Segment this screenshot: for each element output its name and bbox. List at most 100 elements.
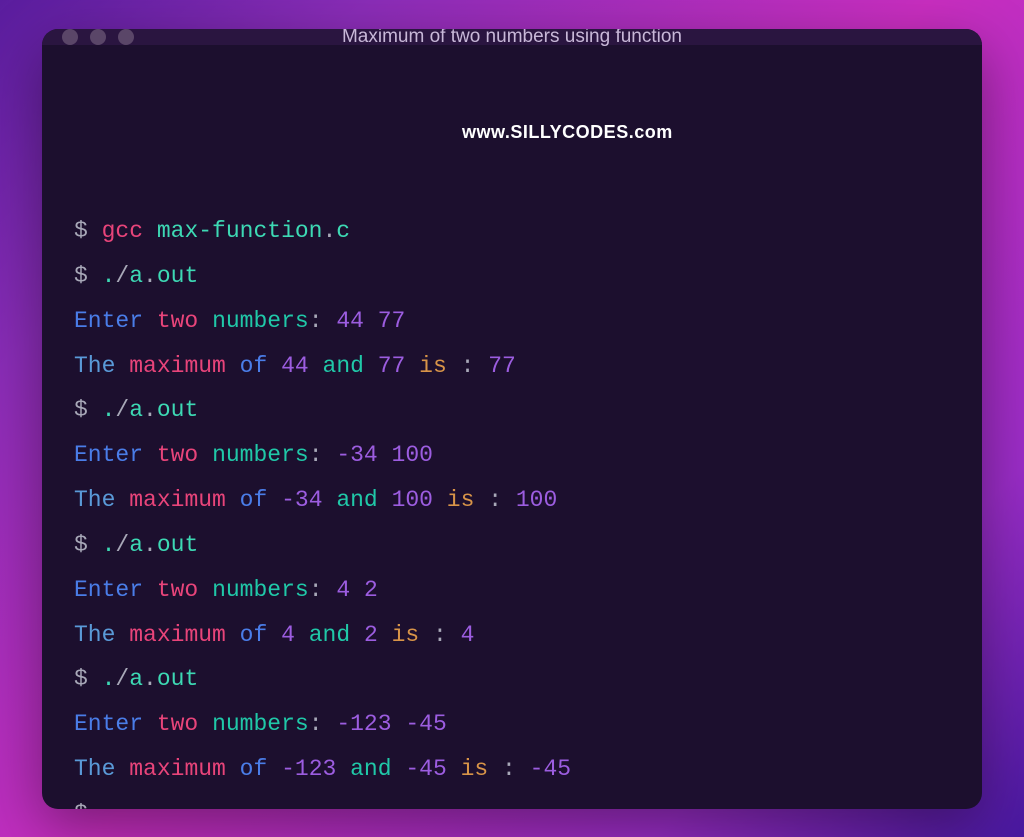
- token: The: [74, 622, 115, 648]
- token: max-function: [157, 218, 323, 244]
- token: is: [419, 353, 447, 379]
- token: maximum: [129, 487, 226, 513]
- token: 77: [378, 308, 406, 334]
- terminal-line: The maximum of 4 and 2 is : 4: [74, 613, 950, 658]
- terminal-window: Maximum of two numbers using function ww…: [42, 29, 982, 809]
- token: /: [115, 397, 129, 423]
- terminal-line: $ ./a.out: [74, 254, 950, 299]
- token: Enter: [74, 577, 143, 603]
- token: maximum: [129, 756, 226, 782]
- token: 100: [392, 442, 433, 468]
- token: [226, 756, 240, 782]
- token: gcc: [102, 218, 143, 244]
- token: [378, 622, 392, 648]
- token: [419, 622, 433, 648]
- token: 44: [336, 308, 364, 334]
- token: The: [74, 756, 115, 782]
- token: [115, 756, 129, 782]
- token: out: [157, 532, 198, 558]
- token: and: [323, 353, 364, 379]
- token: [143, 577, 157, 603]
- terminal-line: $ ./a.out: [74, 657, 950, 702]
- terminal-line: Enter two numbers: 4 2: [74, 568, 950, 613]
- token: c: [336, 218, 350, 244]
- token: [198, 711, 212, 737]
- terminal-output: $ gcc max-function.c$ ./a.outEnter two n…: [74, 209, 950, 808]
- token: .: [322, 218, 336, 244]
- token: numbers: [212, 711, 309, 737]
- token: two: [157, 711, 198, 737]
- token: $: [74, 397, 102, 423]
- token: [323, 487, 337, 513]
- token: :: [309, 442, 323, 468]
- token: [226, 622, 240, 648]
- token: a: [129, 397, 143, 423]
- terminal-line: The maximum of -34 and 100 is : 100: [74, 478, 950, 523]
- token: and: [336, 487, 377, 513]
- terminal-line: Enter two numbers: -34 100: [74, 433, 950, 478]
- token: .: [143, 397, 157, 423]
- token: $: [74, 263, 102, 289]
- token: .: [143, 666, 157, 692]
- token: [405, 353, 419, 379]
- token: is: [447, 487, 475, 513]
- token: $: [74, 801, 88, 809]
- token: of: [240, 487, 268, 513]
- token: and: [309, 622, 350, 648]
- terminal-line: The maximum of 44 and 77 is : 77: [74, 344, 950, 389]
- token: [143, 218, 157, 244]
- token: [198, 577, 212, 603]
- token: -34: [336, 442, 377, 468]
- token: /: [115, 263, 129, 289]
- token: 44: [281, 353, 309, 379]
- token: [364, 308, 378, 334]
- token: [502, 487, 516, 513]
- token: [323, 442, 337, 468]
- watermark: www.SILLYCODES.com: [462, 115, 673, 150]
- token: of: [240, 622, 268, 648]
- minimize-icon[interactable]: [90, 29, 106, 45]
- token: [226, 353, 240, 379]
- token: The: [74, 487, 115, 513]
- token: [323, 577, 337, 603]
- terminal-body[interactable]: www.SILLYCODES.com $ gcc max-function.c$…: [42, 45, 982, 809]
- token: :: [309, 711, 323, 737]
- token: -34: [281, 487, 322, 513]
- token: is: [392, 622, 420, 648]
- terminal-line: The maximum of -123 and -45 is : -45: [74, 747, 950, 792]
- token: .: [143, 532, 157, 558]
- token: -45: [405, 756, 446, 782]
- maximize-icon[interactable]: [118, 29, 134, 45]
- token: 2: [364, 622, 378, 648]
- token: [267, 756, 281, 782]
- token: [267, 487, 281, 513]
- token: [488, 756, 502, 782]
- token: [350, 622, 364, 648]
- token: 77: [488, 353, 516, 379]
- token: is: [461, 756, 489, 782]
- token: of: [240, 756, 268, 782]
- token: [350, 577, 364, 603]
- token: out: [157, 263, 198, 289]
- token: maximum: [129, 622, 226, 648]
- token: .: [102, 666, 116, 692]
- token: [143, 308, 157, 334]
- token: [378, 487, 392, 513]
- terminal-line: $: [74, 792, 950, 809]
- token: 4: [281, 622, 295, 648]
- token: 2: [364, 577, 378, 603]
- token: :: [433, 622, 447, 648]
- close-icon[interactable]: [62, 29, 78, 45]
- token: .: [143, 263, 157, 289]
- token: numbers: [212, 442, 309, 468]
- token: :: [309, 577, 323, 603]
- token: [364, 353, 378, 379]
- token: .: [102, 532, 116, 558]
- terminal-line: $ gcc max-function.c: [74, 209, 950, 254]
- terminal-line: $ ./a.out: [74, 523, 950, 568]
- terminal-line: Enter two numbers: -123 -45: [74, 702, 950, 747]
- token: [267, 353, 281, 379]
- token: [433, 487, 447, 513]
- token: maximum: [129, 353, 226, 379]
- token: [115, 353, 129, 379]
